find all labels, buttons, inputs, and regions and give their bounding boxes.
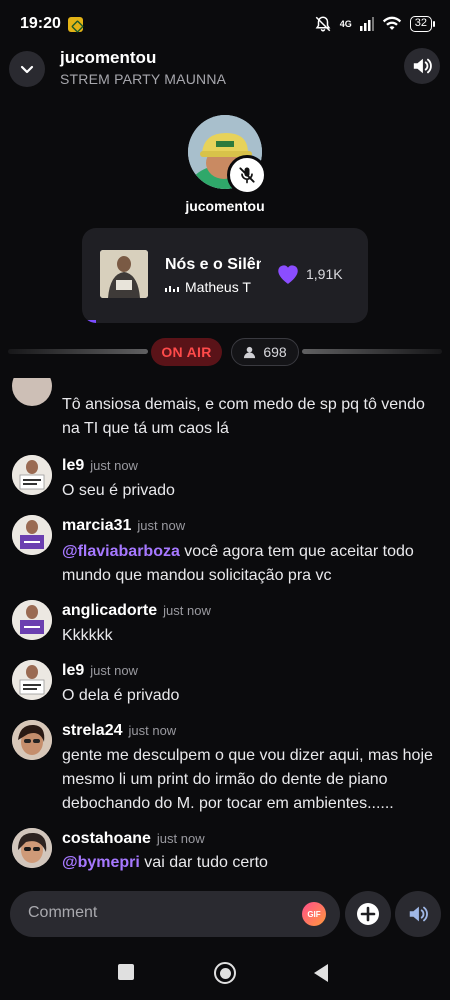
back-button[interactable] xyxy=(312,963,330,983)
heart-icon[interactable] xyxy=(275,261,301,285)
message-text: O dela é privado xyxy=(62,687,180,704)
user-avatar[interactable] xyxy=(12,600,52,640)
gif-button[interactable]: GIF xyxy=(302,902,326,926)
user-mention[interactable]: @flaviabarboza xyxy=(62,543,180,560)
username[interactable]: anglicadorte xyxy=(62,602,157,619)
recents-button[interactable] xyxy=(118,964,134,980)
status-bar: 19:20 4G 32 xyxy=(0,0,450,48)
artist-name: Matheus T xyxy=(185,279,251,295)
user-avatar[interactable] xyxy=(12,455,52,495)
battery-icon: 32 xyxy=(409,16,436,32)
message-text: O seu é privado xyxy=(62,482,175,499)
message-text: @bymepri vai dar tudo certo xyxy=(62,851,442,875)
room-header: jucomentou STREM PARTY MAUNNA xyxy=(0,48,450,88)
room-host-title: jucomentou xyxy=(60,48,157,67)
wifi-icon xyxy=(382,16,401,30)
album-cover xyxy=(100,250,148,298)
song-progress xyxy=(82,320,368,323)
mute-bell-icon xyxy=(315,16,331,32)
message-text: @flaviabarboza você agora tem que aceita… xyxy=(62,540,442,588)
username[interactable]: costahoane xyxy=(62,830,151,847)
host-muted-badge xyxy=(227,155,267,195)
chevron-down-icon xyxy=(20,65,34,74)
message-time: just now xyxy=(90,663,138,678)
playing-bars-icon xyxy=(165,282,179,292)
speaker-icon xyxy=(409,906,428,922)
divider-left xyxy=(8,349,148,354)
host-name: jucomentou xyxy=(185,198,265,214)
comment-placeholder: Comment xyxy=(28,904,98,921)
divider-right xyxy=(302,349,442,354)
collapse-button[interactable] xyxy=(9,51,45,87)
viewer-count: 698 xyxy=(263,344,287,360)
app-notification-icon xyxy=(67,16,83,32)
system-nav-bar xyxy=(0,950,450,1000)
message-text: gente me desculpem o que vou dizer aqui,… xyxy=(62,747,433,812)
now-playing-card[interactable]: Nós e o Silêncio Matheus T 1,91K xyxy=(82,228,368,323)
status-icons: 4G 32 xyxy=(314,15,436,33)
artist-row: Matheus T xyxy=(165,279,261,295)
room-name: STREM PARTY MAUNNA xyxy=(60,71,227,87)
message-header: strela24 just now xyxy=(62,722,176,740)
message-time: just now xyxy=(90,458,138,473)
username[interactable]: le9 xyxy=(62,662,84,679)
message-header: costahoane just now xyxy=(62,830,205,848)
message-time: just now xyxy=(156,831,205,846)
plus-circle-icon xyxy=(357,903,379,925)
message-header: marcia31 just now xyxy=(62,517,185,535)
message-header: le9 just now xyxy=(62,662,138,680)
network-type: 4G xyxy=(339,19,352,29)
message-header: le9 just now xyxy=(62,457,138,475)
add-button[interactable] xyxy=(345,891,391,937)
user-avatar[interactable] xyxy=(12,660,52,700)
user-avatar[interactable] xyxy=(12,720,52,760)
username[interactable]: strela24 xyxy=(62,722,123,739)
user-avatar[interactable] xyxy=(12,378,52,406)
chat-list[interactable]: Tô ansiosa demais, e com medo de sp pq t… xyxy=(0,378,450,880)
message-text: Tô ansiosa demais, e com medo de sp pq t… xyxy=(62,396,425,437)
speaker-icon xyxy=(413,58,432,74)
message-text: Kkkkkk xyxy=(62,627,113,644)
home-dot xyxy=(219,967,231,979)
mic-off-icon xyxy=(239,167,255,184)
user-mention[interactable]: @bymepri xyxy=(62,854,140,871)
message-time: just now xyxy=(128,723,177,738)
home-button[interactable] xyxy=(214,962,236,984)
username[interactable]: marcia31 xyxy=(62,517,131,534)
person-icon xyxy=(244,346,256,358)
user-avatar[interactable] xyxy=(12,828,52,868)
song-title: Nós e o Silêncio xyxy=(165,256,261,273)
comment-input[interactable]: Comment GIF xyxy=(10,891,340,937)
message-time: just now xyxy=(137,518,186,533)
message-header: anglicadorte just now xyxy=(62,602,211,620)
message-body: vai dar tudo certo xyxy=(139,854,268,871)
viewer-count-button[interactable]: 698 xyxy=(231,338,299,366)
like-count: 1,91K xyxy=(306,266,343,282)
message-time: just now xyxy=(163,603,211,618)
signal-icon xyxy=(359,17,374,31)
user-avatar[interactable] xyxy=(12,515,52,555)
speaker-button[interactable] xyxy=(404,48,440,84)
on-air-badge: ON AIR xyxy=(151,338,222,366)
status-time: 19:20 xyxy=(20,15,61,32)
song-progress-fill xyxy=(82,320,97,323)
username[interactable]: le9 xyxy=(62,457,84,474)
audio-button[interactable] xyxy=(395,891,441,937)
